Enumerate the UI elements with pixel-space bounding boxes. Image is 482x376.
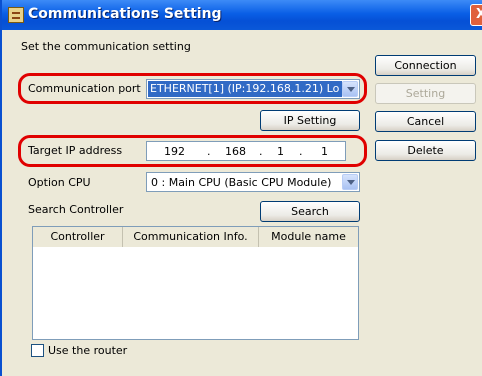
title-bar[interactable]: Communications Setting X xyxy=(2,0,482,30)
delete-button[interactable]: Delete xyxy=(375,140,476,161)
option-cpu-label: Option CPU xyxy=(28,176,91,189)
column-header-controller[interactable]: Controller xyxy=(33,227,123,247)
cancel-button[interactable]: Cancel xyxy=(375,111,476,132)
ip-highlight-oval xyxy=(18,135,367,167)
port-highlight-oval xyxy=(18,73,367,104)
column-header-module-name[interactable]: Module name xyxy=(259,227,358,247)
ip-setting-button[interactable]: IP Setting xyxy=(260,110,360,131)
chevron-down-icon[interactable] xyxy=(342,174,358,190)
use-router-label: Use the router xyxy=(48,344,128,357)
connection-button[interactable]: Connection xyxy=(375,55,476,76)
communications-setting-dialog: Communications Setting X Set the communi… xyxy=(0,0,482,376)
option-cpu-value: 0 : Main CPU (Basic CPU Module) xyxy=(151,176,332,189)
use-router-checkbox[interactable] xyxy=(31,344,44,357)
column-header-communication-info[interactable]: Communication Info. xyxy=(123,227,259,247)
controller-table[interactable]: Controller Communication Info. Module na… xyxy=(32,226,359,340)
window-title: Communications Setting xyxy=(28,6,222,22)
set-communication-label: Set the communication setting xyxy=(21,40,191,53)
table-header: Controller Communication Info. Module na… xyxy=(33,227,358,247)
option-cpu-select[interactable]: 0 : Main CPU (Basic CPU Module) xyxy=(146,172,360,192)
search-controller-label: Search Controller xyxy=(28,203,124,216)
app-icon xyxy=(8,7,24,23)
setting-button[interactable]: Setting xyxy=(375,83,476,104)
search-button[interactable]: Search xyxy=(260,201,360,222)
close-icon[interactable]: X xyxy=(470,4,482,26)
